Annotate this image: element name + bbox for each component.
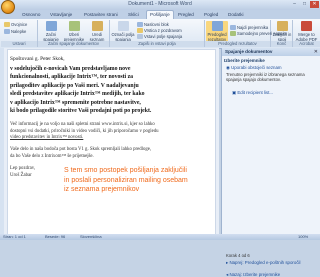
check-icon — [230, 31, 236, 37]
preview-icon — [211, 21, 223, 31]
merge-pdf-button[interactable]: Merge to Adobe PDF — [294, 21, 319, 42]
tab-posiljanje[interactable]: Pošiljanje — [146, 10, 174, 19]
envelope-icon — [4, 22, 10, 28]
group-label: Začni spajanje dokumentov — [38, 41, 109, 47]
tab-pogled[interactable]: Pogled — [204, 11, 218, 19]
tab-postavitev[interactable]: Postavitev strani — [84, 11, 118, 19]
highlight-icon — [117, 21, 129, 31]
preview-results-button[interactable]: Predogled rezultatov — [206, 21, 228, 42]
next-step-link[interactable]: ▸ Naprej: Predogled e-poštnih sporočil — [226, 260, 316, 265]
zoom-level[interactable]: 100% — [298, 234, 308, 240]
ribbon-tabs: Osnovno Vstavljanje Postavitev strani Sk… — [0, 10, 320, 19]
option-existing-list[interactable]: ◉ Uporabi obstoječi seznam — [226, 65, 282, 70]
merge-doc-icon — [45, 21, 57, 31]
status-bar: Stran: 1 od 1 Besede: 96 Slovenščina 100… — [0, 234, 320, 240]
bold-paragraph: v sodelujočih e-novicah Vam predstavljam… — [10, 66, 152, 115]
word-count: Besede: 96 — [45, 234, 66, 239]
pane-description: Trenutno prejemniki iz izbranega seznama… — [226, 72, 305, 83]
greeting: Spoštovani g. Peter Skok, — [10, 56, 65, 62]
field-icon — [137, 34, 143, 40]
tab-osnovno[interactable]: Osnovno — [22, 11, 40, 19]
finish-merge-button[interactable]: Zaključi in spoji — [271, 21, 293, 42]
group-start-merge: Začni spajanje dokumentov Izberi prejemn… — [38, 20, 110, 47]
pdf-icon — [301, 21, 312, 31]
finish-icon — [276, 21, 288, 31]
closing-paragraph: Vaše delo in naša bodoča pot bosta V1 g.… — [10, 147, 152, 159]
group-finish: Zaključi in spoji Konč — [271, 20, 293, 47]
ribbon: Ovojnice Nalepke Ustvari Začni spajanje … — [0, 19, 320, 49]
step-indicator: Korak 4 od 6 — [226, 253, 250, 258]
maximize-button[interactable]: □ — [300, 1, 309, 8]
group-acrobat: Merge to Adobe PDF Acrobat — [293, 20, 320, 47]
greeting-icon — [137, 28, 143, 34]
select-recipients-heading: Izberite prejemnike — [224, 58, 265, 63]
recipients-icon — [68, 21, 80, 31]
tab-vstavljanje[interactable]: Vstavljanje — [50, 11, 72, 19]
language-indicator: Slovenščina — [80, 234, 102, 239]
group-label: Predogled rezultatov — [205, 41, 270, 47]
find-recipient-button[interactable]: Najdi prejemnika — [230, 25, 268, 31]
tab-pregled[interactable]: Pregled — [178, 11, 194, 19]
group-write-insert: Označi polja spajanja Naslovni blok Vrst… — [110, 20, 205, 47]
highlight-fields-button[interactable]: Označi polja spajanja — [111, 21, 135, 42]
edit-list-icon — [91, 21, 103, 31]
tab-sklici[interactable]: Sklici — [128, 11, 139, 19]
page-indicator: Stran: 1 od 1 — [3, 234, 26, 239]
address-icon — [137, 22, 143, 28]
label-icon — [4, 29, 10, 35]
group-preview: Predogled rezultatov Najdi prejemnika Sa… — [205, 20, 287, 47]
info-paragraph: Več informacij je na voljo na naši splet… — [10, 122, 159, 141]
group-label: Konč — [271, 41, 292, 47]
office-button[interactable] — [1, 0, 15, 14]
envelopes-button[interactable]: Ovojnice — [4, 22, 27, 28]
close-button[interactable]: ✕ — [310, 1, 319, 8]
greeting-line-button[interactable]: Vrstica z pozdravom — [137, 28, 182, 34]
close-icon[interactable]: ✕ — [314, 48, 318, 56]
labels-button[interactable]: Nalepke — [4, 29, 26, 35]
signature: Lep pozdrav, Uroš Žabar — [10, 166, 35, 178]
prev-step-link[interactable]: ◂ Nazaj: Izberite prejemnike — [226, 272, 316, 277]
select-recipients-button[interactable]: Izberi prejemnike — [63, 21, 85, 42]
address-block-button[interactable]: Naslovni blok — [137, 22, 169, 28]
find-icon — [230, 25, 236, 31]
window-title: Dokument1 - Microsoft Word — [128, 1, 192, 7]
insert-field-button[interactable]: Vstavi polje spajanja — [137, 34, 182, 40]
group-create: Ovojnice Nalepke Ustvari — [1, 20, 38, 47]
edit-recipient-link[interactable]: ▣ Edit recipient list... — [232, 90, 273, 95]
tab-dodatki[interactable]: Dodatki — [228, 11, 244, 19]
pane-title: Spajanje dokumentov — [222, 48, 320, 56]
mail-merge-pane: Spajanje dokumentov ✕ Izberite prejemnik… — [221, 48, 320, 277]
tutorial-caption: S tem smo postopek pošiljanja zaključili… — [62, 165, 191, 196]
group-label: Zapiši in vstavi polja — [110, 41, 204, 47]
minimize-button[interactable]: – — [290, 1, 299, 8]
group-label: Acrobat — [293, 41, 320, 47]
group-label: Ustvari — [1, 41, 37, 47]
